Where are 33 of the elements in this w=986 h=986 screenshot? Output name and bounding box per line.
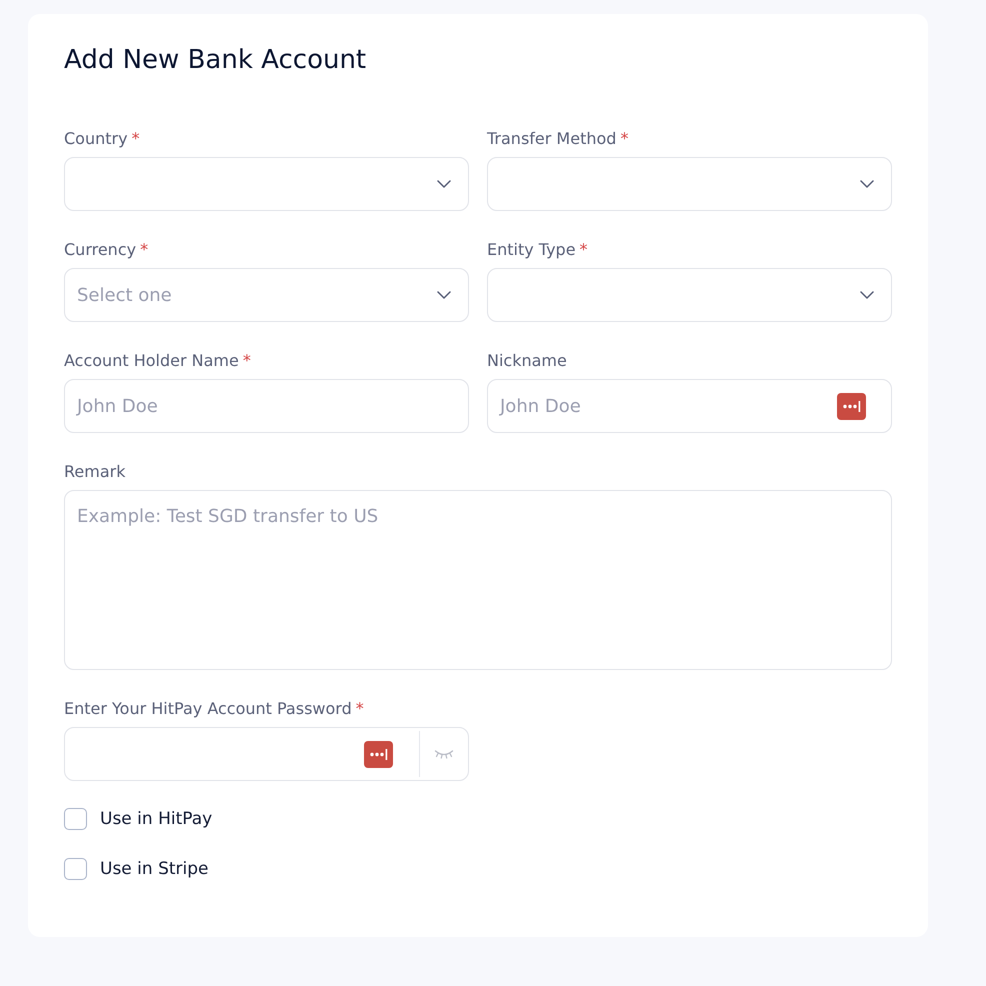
field-label: Transfer Method — [487, 128, 616, 148]
field-label: Entity Type — [487, 240, 576, 258]
field-label: Nickname — [487, 350, 567, 370]
text-field[interactable]: John Doe — [64, 379, 469, 433]
chevron-down-icon — [437, 180, 451, 188]
password-dots-icon[interactable] — [364, 740, 393, 768]
chevron-down-icon — [860, 180, 874, 188]
checkbox[interactable] — [64, 858, 87, 880]
required-mark: * — [132, 128, 140, 148]
text-field[interactable]: John Doe — [487, 379, 892, 433]
checkbox-label: Use in HitPay — [100, 809, 212, 829]
select-field[interactable] — [487, 268, 892, 322]
required-mark: * — [356, 698, 364, 718]
chevron-down-icon — [437, 291, 451, 299]
checkbox-label: Use in Stripe — [100, 859, 208, 879]
required-mark: * — [140, 240, 148, 258]
field-label: Account Holder Name — [64, 350, 239, 370]
select-field[interactable] — [487, 157, 892, 211]
form-title: Add New Bank Account — [64, 44, 368, 76]
select-field[interactable]: Select one — [64, 268, 469, 322]
required-mark: * — [242, 350, 251, 370]
required-mark: * — [580, 240, 588, 258]
password-field[interactable] — [64, 727, 469, 781]
remark-field[interactable]: Example: Test SGD transfer to US — [64, 490, 892, 670]
select-field[interactable] — [64, 157, 469, 211]
password-dots-icon[interactable] — [837, 392, 866, 420]
chevron-down-icon — [860, 291, 874, 299]
field-label: Enter Your HitPay Account Password — [64, 698, 352, 718]
checkbox[interactable] — [64, 808, 87, 830]
required-mark: * — [620, 128, 628, 148]
field-label: Currency — [64, 240, 136, 258]
field-label: Country — [64, 128, 128, 148]
field-label: Remark — [64, 462, 126, 480]
